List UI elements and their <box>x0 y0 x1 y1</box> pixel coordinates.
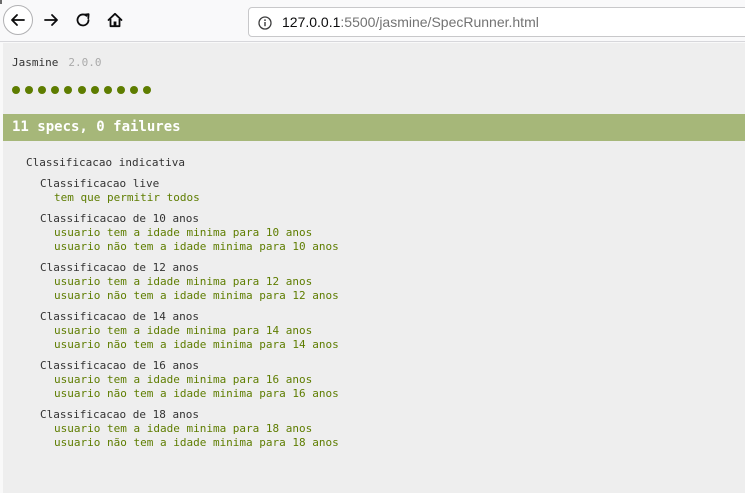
url-text[interactable]: 127.0.0.1:5500/jasmine/SpecRunner.html <box>282 14 539 31</box>
results-tree: Classificacao indicativa Classificacao l… <box>3 43 745 493</box>
address-bar[interactable]: 127.0.0.1:5500/jasmine/SpecRunner.html <box>248 7 745 37</box>
spec-title[interactable]: usuario não tem a idade minima para 14 a… <box>54 338 339 352</box>
forward-button[interactable] <box>36 5 66 35</box>
reload-icon <box>74 11 92 29</box>
spec-title[interactable]: usuario tem a idade minima para 16 anos <box>54 373 312 387</box>
back-button[interactable] <box>3 5 33 35</box>
window-edge <box>0 0 2 4</box>
browser-toolbar: 127.0.0.1:5500/jasmine/SpecRunner.html <box>0 0 745 42</box>
spec-title[interactable]: usuario tem a idade minima para 14 anos <box>54 324 312 338</box>
info-icon[interactable] <box>258 15 272 30</box>
suite-title[interactable]: Classificacao live <box>40 177 159 191</box>
spec-title[interactable]: usuario tem a idade minima para 10 anos <box>54 226 312 240</box>
spec-title[interactable]: usuario não tem a idade minima para 10 a… <box>54 240 339 254</box>
suite-title[interactable]: Classificacao de 16 anos <box>40 359 199 373</box>
spec-title[interactable]: usuario tem a idade minima para 18 anos <box>54 422 312 436</box>
back-arrow-icon <box>9 11 27 29</box>
url-path: :5500/jasmine/SpecRunner.html <box>340 14 539 30</box>
reload-button[interactable] <box>68 5 98 35</box>
spec-title[interactable]: usuario não tem a idade minima para 18 a… <box>54 436 339 450</box>
spec-title[interactable]: usuario não tem a idade minima para 16 a… <box>54 387 339 401</box>
spec-title[interactable]: tem que permitir todos <box>54 191 200 205</box>
home-button[interactable] <box>100 5 130 35</box>
suite-title[interactable]: Classificacao de 10 anos <box>40 212 199 226</box>
forward-arrow-icon <box>42 11 60 29</box>
suite-title[interactable]: Classificacao de 18 anos <box>40 408 199 422</box>
suite-title[interactable]: Classificacao de 14 anos <box>40 310 199 324</box>
home-icon <box>106 11 124 29</box>
root-suite-title[interactable]: Classificacao indicativa <box>26 156 185 170</box>
spec-title[interactable]: usuario não tem a idade minima para 12 a… <box>54 289 339 303</box>
jasmine-spec-runner-page: Jasmine 2.0.0 11 specs, 0 failures Classi… <box>3 43 745 493</box>
url-host: 127.0.0.1 <box>282 14 341 30</box>
spec-title[interactable]: usuario tem a idade minima para 12 anos <box>54 275 312 289</box>
suite-title[interactable]: Classificacao de 12 anos <box>40 261 199 275</box>
